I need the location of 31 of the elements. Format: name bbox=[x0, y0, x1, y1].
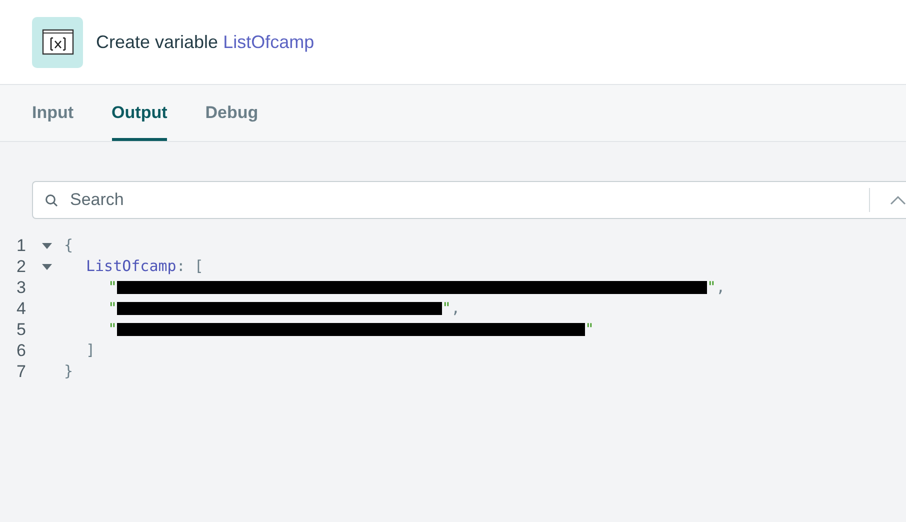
code-key: ListOfcamp bbox=[86, 256, 176, 277]
caret-down-icon[interactable] bbox=[42, 262, 52, 272]
search-icon bbox=[45, 194, 58, 206]
code-punctuation: : [ bbox=[176, 256, 204, 277]
code-punctuation: , bbox=[716, 277, 726, 298]
line-number: 5 bbox=[16, 319, 27, 340]
code-punctuation: ] bbox=[86, 340, 96, 361]
line-number: 1 bbox=[16, 235, 27, 256]
variable-icon bbox=[32, 16, 83, 68]
code-punctuation: { bbox=[64, 235, 74, 256]
line-number: 2 bbox=[16, 256, 27, 277]
line-number: 3 bbox=[16, 277, 27, 298]
quote-mark: " bbox=[108, 277, 118, 298]
search-field[interactable]: Search bbox=[32, 181, 906, 219]
code-punctuation: } bbox=[64, 361, 74, 382]
search-input[interactable]: Search bbox=[68, 189, 859, 211]
caret-down-icon[interactable] bbox=[42, 240, 52, 250]
tab[interactable]: Input bbox=[32, 85, 74, 141]
page-title: Create variable ListOfcamp bbox=[96, 32, 314, 52]
quote-mark: " bbox=[108, 319, 118, 340]
line-number: 4 bbox=[16, 298, 27, 319]
line-number: 6 bbox=[16, 340, 27, 361]
tab[interactable]: Debug bbox=[205, 85, 258, 141]
quote-mark: " bbox=[108, 298, 118, 319]
quote-mark: " bbox=[585, 319, 594, 340]
quote-mark: " bbox=[707, 277, 716, 298]
tab[interactable]: Output bbox=[112, 85, 168, 141]
chevron-up-icon[interactable] bbox=[890, 195, 906, 205]
quote-mark: " bbox=[442, 298, 452, 319]
line-number: 7 bbox=[16, 361, 27, 382]
code-punctuation: , bbox=[451, 298, 460, 319]
